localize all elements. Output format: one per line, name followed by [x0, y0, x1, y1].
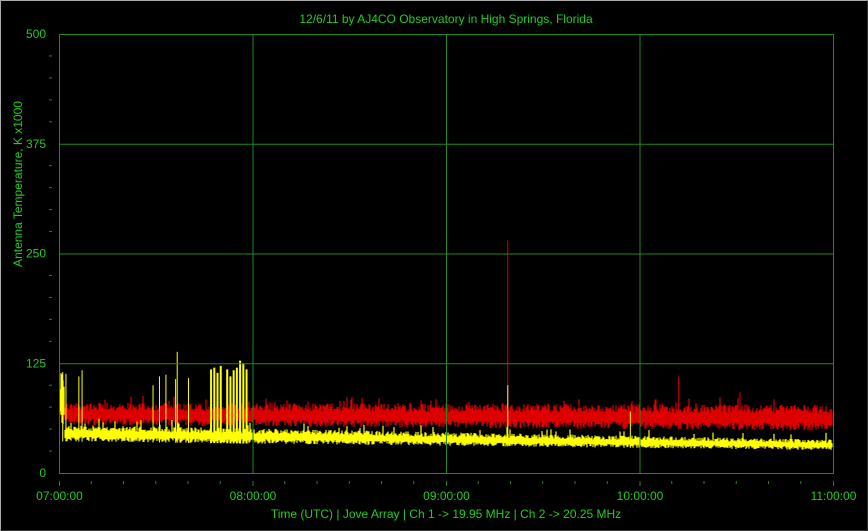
y-tick-label: 375: [26, 137, 46, 151]
x-tick-label: 11:00:00: [811, 489, 857, 503]
y-tick-label: 250: [26, 247, 46, 261]
x-tick-label: 09:00:00: [423, 489, 470, 503]
x-tick-label: 08:00:00: [230, 489, 277, 503]
chart: 12/6/11 by AJ4CO Observatory in High Spr…: [11, 12, 857, 521]
chart-title: 12/6/11 by AJ4CO Observatory in High Spr…: [299, 12, 593, 26]
x-tick-label: 07:00:00: [36, 489, 83, 503]
series-2: [59, 351, 833, 450]
x-tick-label: 10:00:00: [617, 489, 664, 503]
y-axis-label: Antenna Temperature, K x1000: [11, 101, 25, 267]
x-axis-label: Time (UTC) | Jove Array | Ch 1 -> 19.95 …: [271, 507, 621, 521]
y-tick-label: 125: [26, 356, 46, 370]
y-tick-label: 500: [26, 27, 46, 41]
y-tick-label: 0: [39, 466, 46, 480]
